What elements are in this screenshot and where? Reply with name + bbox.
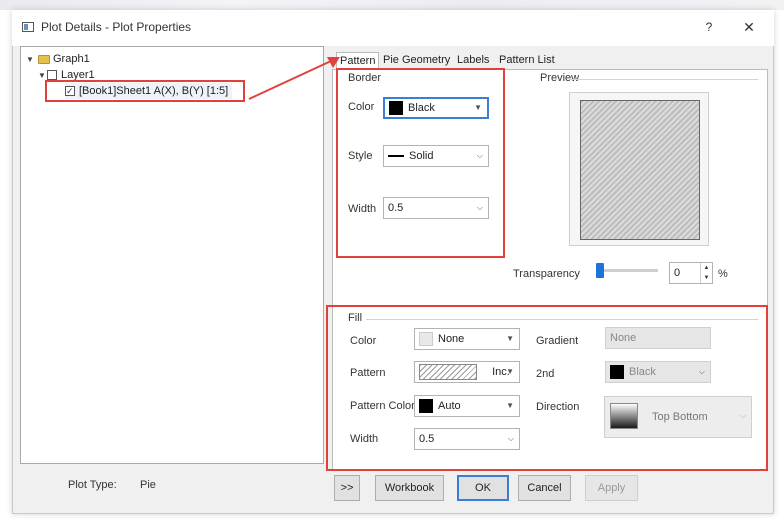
- highlight-border-group: [336, 68, 505, 258]
- transparency-value: 0: [674, 267, 681, 279]
- expand-button[interactable]: >>: [334, 475, 360, 501]
- preview-group-line: [570, 79, 758, 80]
- folder-icon: [38, 54, 50, 64]
- apply-button: Apply: [585, 475, 638, 501]
- tab-pie-geometry[interactable]: Pie Geometry: [380, 52, 453, 69]
- app-window-icon: [22, 22, 34, 32]
- plot-type-label: Plot Type:: [68, 479, 117, 491]
- highlight-plot-item: [45, 80, 245, 102]
- spin-down-icon[interactable]: ▼: [700, 273, 712, 283]
- tab-labels[interactable]: Labels: [454, 52, 492, 69]
- transparency-slider-thumb[interactable]: [596, 263, 604, 278]
- plot-tree-panel: ▼Graph1 ▼Layer1 [Book1]Sheet1 A(X), B(Y)…: [20, 46, 324, 464]
- background-strip: [0, 0, 784, 10]
- tree-item-graph[interactable]: ▼ Graph1: [25, 51, 90, 67]
- tree-item-graph-label: Graph1: [53, 53, 90, 65]
- transparency-unit: %: [718, 268, 728, 280]
- tab-pattern-list[interactable]: Pattern List: [496, 52, 558, 69]
- chevron-down-icon[interactable]: ▼: [25, 52, 35, 68]
- transparency-label: Transparency: [513, 268, 580, 280]
- cancel-button[interactable]: Cancel: [518, 475, 571, 501]
- layer-checkbox[interactable]: [47, 70, 57, 81]
- pattern-preview: [580, 100, 700, 240]
- preview-group-label: Preview: [540, 72, 580, 84]
- workbook-button[interactable]: Workbook: [375, 475, 444, 501]
- plot-type-value: Pie: [140, 479, 156, 491]
- transparency-slider-track[interactable]: [600, 269, 658, 272]
- ok-button[interactable]: OK: [457, 475, 509, 501]
- annotation-arrow: [248, 57, 340, 100]
- window-title: Plot Details - Plot Properties: [41, 20, 192, 34]
- close-button[interactable]: ✕: [738, 18, 760, 36]
- highlight-fill-group: [326, 305, 768, 471]
- help-button[interactable]: ?: [700, 18, 718, 36]
- spin-up-icon[interactable]: ▲: [700, 263, 712, 273]
- transparency-spinbox[interactable]: 0 ▲ ▼: [669, 262, 713, 284]
